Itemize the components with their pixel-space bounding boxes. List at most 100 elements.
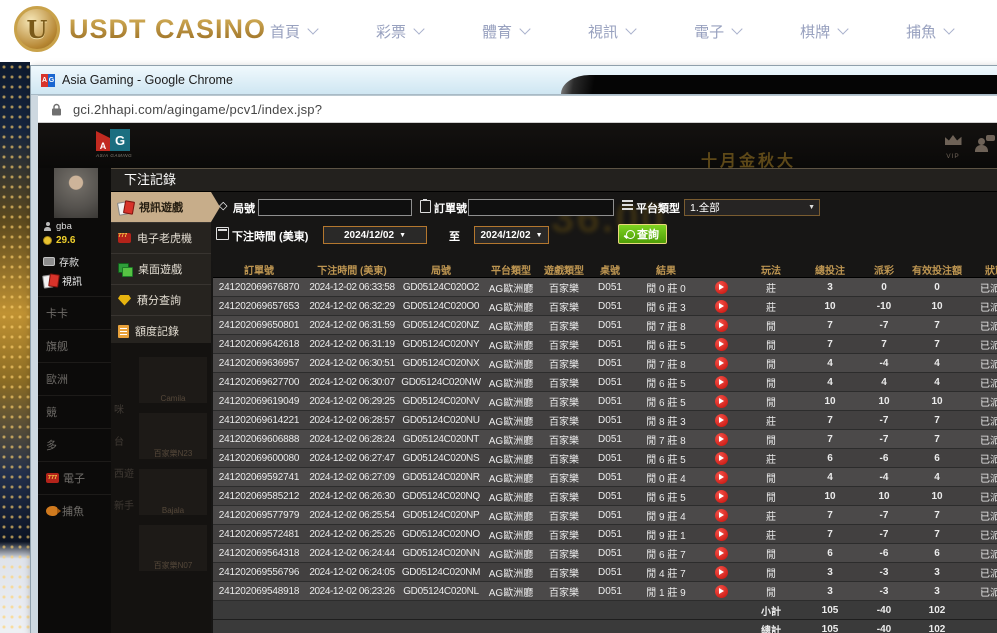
date-to-select[interactable]: 2024/12/02 [474,226,549,244]
lobby-tab[interactable]: 電子 [38,461,111,494]
play-button[interactable] [715,281,728,294]
cell-time: 2024-12-02 06:27:09 [305,468,399,487]
play-button[interactable] [715,452,728,465]
lobby-tab[interactable]: 多 [38,428,111,461]
round-number-input[interactable] [258,199,412,216]
cell-valid-bet: 0 [909,278,965,297]
lobby-sidebar: gba 29.6 存款 視訊 卡卡旗舰歐洲競多電子捕魚 [38,168,111,633]
play-button[interactable] [715,395,728,408]
ag-favicon: AG [41,74,55,87]
play-button[interactable] [715,566,728,579]
balance-row: 29.6 [43,235,75,246]
play-button[interactable] [715,471,728,484]
lobby-tab-label: 競 [46,404,57,420]
nav-item[interactable]: 棋牌 [800,21,847,42]
play-button[interactable] [715,433,728,446]
address-bar[interactable]: gci.2hhapi.com/agingame/pcv1/index.jsp? [38,95,997,123]
play-icon [719,455,724,461]
nav-item[interactable]: 捕魚 [906,21,953,42]
cell-result: 閒 4 莊 7 [631,563,701,582]
chevron-down-icon [307,23,318,34]
sidebar-item[interactable]: 積分查詢 [111,285,211,316]
cell-payout: -6 [859,544,909,563]
play-button[interactable] [715,509,728,522]
search-button[interactable]: 查詢 [618,224,667,244]
play-button[interactable] [715,338,728,351]
play-icon [719,436,724,442]
cell-payout: -4 [859,354,909,373]
lobby-tab[interactable]: 競 [38,395,111,428]
total-row-label: 總計 [741,620,801,633]
play-button[interactable] [715,490,728,503]
cell-platform: AG歐洲廳 [483,544,539,563]
cell-bet-on: 閒 [741,563,801,582]
lobby-tab[interactable]: 卡卡 [38,296,111,329]
cell-bet-on: 莊 [741,449,801,468]
cell-round: GD05124C020NR [399,468,483,487]
nav-item[interactable]: 視訊 [588,21,635,42]
nav-item[interactable]: 首頁 [270,21,317,42]
cell-status: 已派彩 [965,354,997,373]
lobby-tab[interactable]: 旗舰 [38,329,111,362]
cell-payout: 0 [859,278,909,297]
cell-bet-on: 閒 [741,335,801,354]
window-titlebar[interactable]: AG Asia Gaming - Google Chrome [31,66,997,95]
platform-type-select[interactable]: 1.全部 [684,199,820,216]
url-text: gci.2hhapi.com/agingame/pcv1/index.jsp? [73,102,322,117]
column-header [701,261,741,278]
cell-status: 已派彩 [965,525,997,544]
sidebar-item[interactable]: 視訊遊戲 [111,192,211,223]
play-button[interactable] [715,376,728,389]
table-row: 2412020696426182024-12-02 06:31:19GD0512… [213,335,997,354]
cell-time: 2024-12-02 06:29:25 [305,392,399,411]
play-button[interactable] [715,585,728,598]
cell-platform: AG歐洲廳 [483,354,539,373]
cell-platform: AG歐洲廳 [483,316,539,335]
cell-table: D051 [589,449,631,468]
lobby-tab[interactable]: 捕魚 [38,494,111,527]
video-tab[interactable]: 視訊 [43,273,82,288]
vip-icon[interactable]: VIP [941,135,965,163]
cell-time: 2024-12-02 06:30:07 [305,373,399,392]
play-button[interactable] [715,547,728,560]
cell-bet-on: 閒 [741,468,801,487]
sidebar-item-label: 电子老虎機 [137,230,192,246]
play-icon [719,417,724,423]
cell-total-bet: 7 [801,525,859,544]
play-button[interactable] [715,414,728,427]
order-number-input[interactable] [468,199,614,216]
play-icon [719,531,724,537]
cell-payout: 7 [859,335,909,354]
deposit-icon [43,257,55,266]
cell-status: 已派彩 [965,449,997,468]
table-games-icon [118,263,132,275]
sidebar-item[interactable]: 桌面遊戲 [111,254,211,285]
cell-time: 2024-12-02 06:32:29 [305,297,399,316]
cell-total-bet: 10 [801,297,859,316]
deposit-button[interactable]: 存款 [43,254,79,269]
play-button[interactable] [715,528,728,541]
bet-records-modal: 下注記錄 視訊遊戲电子老虎機桌面遊戲積分查詢額度記錄 咪台西遊新手 Camila… [111,168,997,633]
list-icon [622,200,633,210]
nav-item[interactable]: 體育 [482,21,529,42]
cell-valid-bet: 4 [909,468,965,487]
nav-item[interactable]: 彩票 [376,21,423,42]
cell-time: 2024-12-02 06:25:26 [305,525,399,544]
cell-status: 已派彩 [965,392,997,411]
table-row: 2412020695643182024-12-02 06:24:44GD0512… [213,544,997,563]
play-button[interactable] [715,357,728,370]
ag-logo[interactable]: AG ASIA GAMING [96,129,132,158]
nav-item[interactable]: 電子 [694,21,741,42]
sidebar-item[interactable]: 电子老虎機 [111,223,211,254]
play-button[interactable] [715,300,728,313]
customer-service-icon[interactable] [975,135,995,153]
cell-table: D051 [589,354,631,373]
cell-valid-bet: 7 [909,316,965,335]
play-icon [719,379,724,385]
cell-game: 百家樂 [539,506,589,525]
usdt-casino-logo[interactable]: U USDT CASINO [14,6,266,52]
date-from-select[interactable]: 2024/12/02 [323,226,427,244]
lobby-tab[interactable]: 歐洲 [38,362,111,395]
cell-bet-on: 閒 [741,430,801,449]
play-button[interactable] [715,319,728,332]
